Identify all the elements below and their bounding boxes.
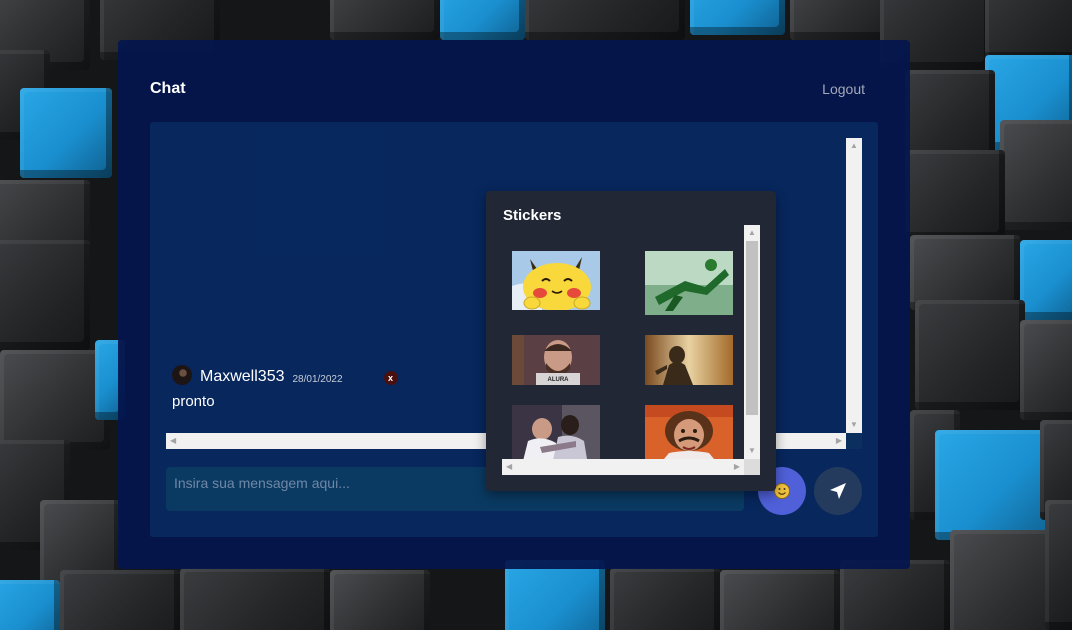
message-item: Maxwell353 28/01/2022 x pronto	[172, 364, 472, 410]
green-soldier-sticker[interactable]	[645, 251, 733, 315]
stickers-grid[interactable]: ALURA ▲ ▼ ◀ ▶	[502, 225, 760, 475]
page-title: Chat	[150, 80, 186, 97]
hug-sticker[interactable]	[512, 405, 600, 465]
stickers-title: Stickers	[503, 207, 562, 224]
alura-man-sticker[interactable]: ALURA	[512, 335, 600, 385]
send-button[interactable]	[814, 467, 862, 515]
logout-link[interactable]: Logout	[822, 81, 865, 97]
avatar	[172, 365, 192, 385]
stickers-scroll-up-arrow-icon[interactable]: ▲	[748, 229, 756, 237]
stickers-scroll-down-arrow-icon[interactable]: ▼	[748, 447, 756, 455]
message-list-vertical-scrollbar[interactable]: ▲ ▼	[846, 138, 862, 433]
curly-hair-man-sticker[interactable]	[645, 405, 733, 465]
stickers-scroll-left-arrow-icon[interactable]: ◀	[506, 463, 512, 471]
svg-text:ALURA: ALURA	[548, 377, 570, 383]
stickers-popup: Stickers ALURA ▲ ▼ ◀ ▶	[486, 191, 776, 491]
scroll-left-arrow-icon[interactable]: ◀	[170, 437, 176, 445]
send-arrow-icon	[830, 483, 846, 499]
shadow-sticker[interactable]	[645, 335, 733, 385]
stickers-scroll-right-arrow-icon[interactable]: ▶	[734, 463, 740, 471]
scroll-right-arrow-icon[interactable]: ▶	[836, 437, 842, 445]
stickers-scroll-thumb[interactable]	[746, 241, 758, 415]
stickers-horizontal-scrollbar[interactable]: ◀ ▶	[502, 459, 744, 475]
stickers-vertical-scrollbar[interactable]: ▲ ▼	[744, 225, 760, 459]
delete-message-button[interactable]: x	[383, 371, 398, 385]
stickers-scrollbar-corner	[744, 459, 760, 475]
message-text: pronto	[172, 393, 215, 410]
scroll-up-arrow-icon[interactable]: ▲	[850, 142, 858, 150]
pikachu-sticker[interactable]	[512, 251, 600, 310]
scroll-down-arrow-icon[interactable]: ▼	[850, 421, 858, 429]
scrollbar-corner	[846, 433, 862, 449]
message-timestamp: 28/01/2022	[292, 373, 343, 385]
message-username: Maxwell353	[200, 368, 285, 385]
